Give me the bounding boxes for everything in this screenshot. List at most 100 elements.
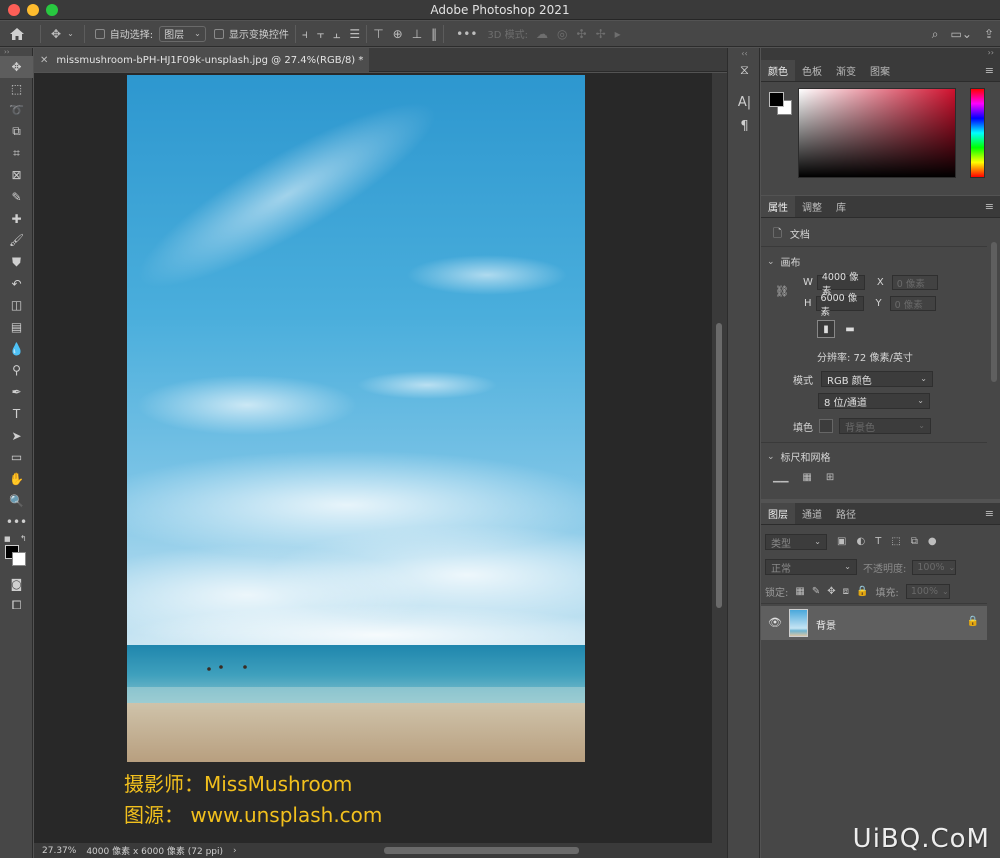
stamp-tool-icon[interactable]: ⛊ [0,251,33,273]
hue-slider[interactable] [970,88,985,178]
orbit-3d-icon[interactable]: ☁ [536,28,548,40]
link-icon[interactable]: ⛓ [775,286,789,298]
chevron-right-icon[interactable]: › [233,845,237,857]
hand-tool-icon[interactable]: ✋ [0,468,33,490]
paragraph-panel-icon[interactable]: ¶ [728,114,761,138]
rectangle-tool-icon[interactable]: ▭ [0,446,33,468]
layer-name[interactable]: 背景 [816,617,836,632]
crop-tool-icon[interactable]: ⌗ [0,143,33,165]
align-left-icon[interactable]: ⫞ [302,28,308,40]
background-color-swatch[interactable] [12,552,26,567]
close-tab-icon[interactable]: ✕ [40,55,48,66]
auto-select-checkbox[interactable] [94,28,105,39]
portrait-orientation-button[interactable]: ▮ [817,320,835,338]
dodge-tool-icon[interactable]: ⚲ [0,360,33,382]
eyedropper-tool-icon[interactable]: ✎ [0,186,33,208]
tab-channels[interactable]: 通道 [795,503,829,524]
chevron-down-icon[interactable]: ⌄ [767,451,775,463]
screen-mode-icon[interactable]: ⧠ [0,595,33,617]
tab-paths[interactable]: 路径 [829,503,863,524]
vertical-scroll-thumb[interactable] [716,323,722,608]
color-mode-dropdown[interactable]: RGB 颜色 ⌄ [821,371,933,387]
fill-dropdown[interactable]: 背景色 ⌄ [839,418,931,434]
edit-toolbar-icon[interactable]: ••• [0,511,33,533]
panel-menu-icon[interactable]: ≡ [985,507,994,520]
filter-shape-icon[interactable]: ⬚ [891,536,900,548]
path-select-tool-icon[interactable]: ➤ [0,425,33,447]
vertical-scrollbar[interactable] [712,73,727,843]
layer-row[interactable]: 👁 背景 🔒 [761,606,987,640]
brush-tool-icon[interactable]: 🖌 [0,230,33,252]
gradient-tool-icon[interactable]: ▤ [0,316,33,338]
lasso-tool-icon[interactable]: ➰ [0,99,33,121]
tab-swatches[interactable]: 色板 [795,60,829,81]
tab-patterns[interactable]: 图案 [863,60,897,81]
workspace-icon[interactable]: ▭⌄ [951,28,972,40]
fill-swatch[interactable] [819,419,833,433]
default-colors-icon[interactable]: ■ [4,535,11,543]
ruler-icon[interactable]: ▁▁ [773,472,788,484]
chevron-down-icon[interactable]: ⌄ [767,256,775,268]
width-input[interactable]: 4000 像素 [816,272,865,297]
layer-filter-dropdown[interactable]: 类型 ⌄ [765,534,827,550]
share-icon[interactable]: ⇪ [984,28,994,40]
foreground-color-swatch[interactable] [769,92,784,107]
quick-mask-icon[interactable]: ◙ [0,573,33,595]
grid-icon[interactable]: ▦ [802,472,811,484]
opacity-input[interactable]: 100% ⌄ [912,559,957,575]
tab-layers[interactable]: 图层 [761,503,795,524]
y-input[interactable]: 0 像素 [889,296,936,311]
lock-image-icon[interactable]: ✎ [812,586,820,598]
x-input[interactable]: 0 像素 [891,275,938,290]
panel-menu-icon[interactable]: ≡ [985,64,994,77]
lock-artboard-icon[interactable]: ⧈ [843,586,849,598]
slide-3d-icon[interactable]: ✢ [596,28,606,40]
zoom-level[interactable]: 27.37% [42,846,76,856]
filter-type-icon[interactable]: T [875,536,881,548]
collapse-icon[interactable]: ›› [0,48,32,56]
filter-toggle-icon[interactable]: ● [928,536,937,548]
tab-properties[interactable]: 属性 [761,196,795,217]
color-field[interactable] [798,88,956,178]
horizontal-scroll-thumb[interactable] [384,847,579,854]
document-tab[interactable]: ✕ missmushroom-bPH-HJ1F09k-unsplash.jpg … [34,48,369,72]
move-tool-icon[interactable]: ✥ [0,56,33,78]
color-swatches[interactable]: ■ ↰ [0,533,33,573]
home-icon[interactable] [0,21,34,47]
panel-menu-icon[interactable]: ≡ [985,200,994,213]
align-top-icon[interactable]: ⊤ [373,28,383,40]
distribute-vertical-icon[interactable]: ‖ [431,28,437,40]
lock-all-icon[interactable]: 🔒 [856,586,868,598]
tab-libraries[interactable]: 库 [829,196,853,217]
blur-tool-icon[interactable]: 💧 [0,338,33,360]
collapse-icon[interactable]: ›› [988,48,994,57]
character-panel-icon[interactable]: A| [728,90,761,114]
filter-smart-object-icon[interactable]: ⧉ [911,536,918,548]
history-brush-tool-icon[interactable]: ↶ [0,273,33,295]
object-select-tool-icon[interactable]: ⧉ [0,121,33,143]
marquee-tool-icon[interactable]: ⬚ [0,78,33,100]
show-transform-checkbox[interactable] [213,28,224,39]
more-options-icon[interactable]: ••• [456,28,477,40]
auto-select-target-dropdown[interactable]: 图层 ⌄ [159,25,206,42]
guides-icon[interactable]: ⊞ [826,472,834,484]
frame-tool-icon[interactable]: ⊠ [0,164,33,186]
align-hcenter-icon[interactable]: ⫟ [317,28,324,40]
search-icon[interactable]: ⌕ [932,28,939,40]
bit-depth-dropdown[interactable]: 8 位/通道 ⌄ [818,393,930,409]
camera-3d-icon[interactable]: ▸ [615,28,621,40]
properties-scrollbar[interactable] [991,242,997,382]
zoom-tool-icon[interactable]: 🔍 [0,490,33,512]
landscape-orientation-button[interactable]: ▬ [841,320,859,338]
healing-brush-tool-icon[interactable]: ✚ [0,208,33,230]
lock-position-icon[interactable]: ✥ [827,586,835,598]
lock-transparency-icon[interactable]: ▦ [795,586,804,598]
pan-3d-icon[interactable]: ✣ [577,28,587,40]
canvas-area[interactable]: 摄影师：MissMushroom 图源： www.unsplash.com [34,73,712,843]
pen-tool-icon[interactable]: ✒ [0,381,33,403]
eye-icon[interactable]: 👁 [768,616,782,629]
height-input[interactable]: 6000 像素 [815,293,864,318]
fill-input[interactable]: 100% ⌄ [905,584,950,599]
type-tool-icon[interactable]: T [0,403,33,425]
collapse-icon[interactable]: ‹‹ [728,48,761,58]
